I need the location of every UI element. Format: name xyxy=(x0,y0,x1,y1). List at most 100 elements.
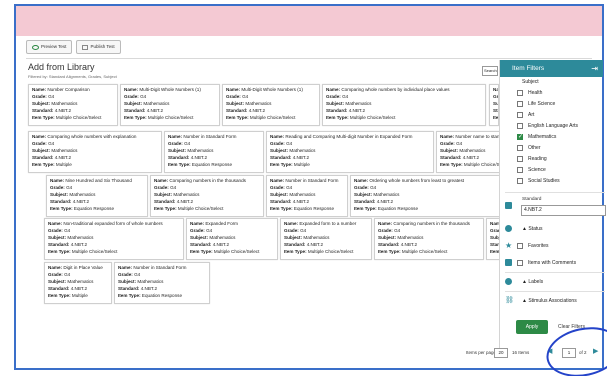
status-toggle[interactable]: ▲ Status xyxy=(522,226,543,232)
publish-test-button[interactable]: Publish Test xyxy=(76,40,121,54)
subject-checkbox[interactable] xyxy=(517,167,523,173)
card-standard-label: Standard: xyxy=(270,198,293,204)
card-item-type-value: Multiple Choice/Select xyxy=(55,114,102,120)
subject-checkbox[interactable] xyxy=(517,156,523,162)
subject-option[interactable]: Art xyxy=(517,112,534,118)
labels-toggle[interactable]: ▲ Labels xyxy=(522,279,543,285)
card-item-type-label: Item Type: xyxy=(118,292,142,298)
card-subject: Subject: Mathematics xyxy=(118,279,206,286)
item-card[interactable]: Name: Multi-Digit Whole Numbers (1) Grade… xyxy=(120,84,220,126)
subject-option-label: Other xyxy=(528,145,541,151)
subject-option[interactable]: Other xyxy=(517,145,541,151)
subject-checkbox[interactable] xyxy=(517,123,523,129)
item-card[interactable]: Name: Comparing numbers in the thousands… xyxy=(150,175,264,217)
card-subject: Subject: Mathematics xyxy=(124,101,216,108)
card-grade-value: G4 xyxy=(242,93,249,99)
item-card[interactable]: Name: Digit in Place Value Grade: G4 Subje… xyxy=(44,262,112,304)
card-item-type: Item Type: Equation Response xyxy=(118,293,206,300)
card-name-label: Name: xyxy=(440,134,456,139)
labels-label: Labels xyxy=(528,279,544,285)
item-card[interactable]: Name: Comparing numbers in the thousands… xyxy=(374,218,484,260)
item-card[interactable]: Name: Expanded form to a number Grade: G4… xyxy=(280,218,372,260)
subject-option-label: Social Studies xyxy=(528,178,560,184)
card-item-type: Item Type: Equation Response xyxy=(354,206,498,213)
card-standard: Standard: 4.NBT.2 xyxy=(50,199,144,206)
favorites-filter[interactable]: Favorites xyxy=(517,243,549,249)
card-subject: Subject: Mathematics xyxy=(226,101,316,108)
item-card[interactable]: Name: Non-traditional expanded form of w… xyxy=(44,218,184,260)
publish-test-label: Publish Test xyxy=(90,44,115,49)
items-per-page-select[interactable]: 20 xyxy=(494,348,508,358)
preview-test-button[interactable]: Preview Test xyxy=(26,40,73,54)
card-grade-label: Grade: xyxy=(50,184,67,190)
card-item-type-label: Item Type: xyxy=(190,248,214,254)
card-grade: Grade: G4 xyxy=(124,94,216,101)
card-subject-value: Mathematics xyxy=(459,147,486,153)
card-name-label: Name: xyxy=(354,178,370,183)
item-card[interactable]: Name: Number in Standard Form Grade: G4 Su… xyxy=(164,131,264,173)
comment-icon xyxy=(505,259,512,266)
item-card[interactable]: Name: FGrade: GSubject: SStandard: SItem… xyxy=(489,84,499,126)
card-name: Name: Number in Standard Form xyxy=(270,178,344,185)
card-grade-value: G4 xyxy=(64,271,71,277)
card-item-type-label: Item Type: xyxy=(50,205,74,211)
subject-checkbox[interactable] xyxy=(517,101,523,107)
card-grade-value: G4 xyxy=(286,140,293,146)
comments-filter[interactable]: Items with Comments xyxy=(517,260,576,266)
subject-section-label: Subject xyxy=(522,79,539,85)
item-card[interactable]: Name: Number Comparison Grade: G4 Subject:… xyxy=(28,84,118,126)
item-card[interactable]: Name: Reading and Comparing Multi-digit … xyxy=(266,131,434,173)
search-input[interactable]: Search xyxy=(482,66,498,76)
subject-option-label: Mathematics xyxy=(528,134,557,140)
card-name-value: Number name to standard xyxy=(455,134,501,139)
subject-option[interactable]: Reading xyxy=(517,156,547,162)
item-card[interactable]: Name: Ordering whole numbers from least … xyxy=(350,175,502,217)
subject-option[interactable]: Health xyxy=(517,90,542,96)
standard-input[interactable]: 4.NBT.2 xyxy=(521,205,606,216)
subject-option[interactable]: Life Science xyxy=(517,101,555,107)
toolbar-divider xyxy=(26,58,592,59)
subject-option[interactable]: Social Studies xyxy=(517,178,560,184)
subject-option[interactable]: Mathematics xyxy=(517,133,557,140)
link-icon: ⛓ xyxy=(505,297,514,304)
card-subject-label: Subject: xyxy=(50,191,70,197)
item-card[interactable]: Name: Nine Hundred and Six Thousand Grade… xyxy=(46,175,148,217)
stimulus-toggle[interactable]: ▲ Stimulus Associations xyxy=(522,298,577,304)
card-item-type: Item Type: Multiple Choice/Select xyxy=(284,249,368,256)
card-subject-label: Subject: xyxy=(32,147,52,153)
item-card[interactable]: Name: Number in Standard Form Grade: G4 Su… xyxy=(114,262,210,304)
subject-checkbox[interactable] xyxy=(517,90,523,96)
subject-option[interactable]: Science xyxy=(517,167,546,173)
card-grade-label: Grade: xyxy=(168,140,185,146)
card-grade: Grade: G4 xyxy=(118,272,206,279)
subject-option[interactable]: English Language Arts xyxy=(517,123,578,129)
subject-checkbox[interactable] xyxy=(517,112,523,118)
subject-checkbox[interactable] xyxy=(517,178,523,184)
item-card[interactable]: Name: Number name to standardGrade: G4Su… xyxy=(436,131,502,173)
card-grade-value: G4 xyxy=(342,93,349,99)
card-name: Name: Reading and Comparing Multi-digit … xyxy=(270,134,430,141)
card-subject-label: Subject: xyxy=(48,278,68,284)
preview-test-label: Preview Test xyxy=(41,44,67,49)
card-subject-label: Subject: xyxy=(48,234,68,240)
card-standard: Standard: 4.NBT.2 xyxy=(378,242,480,249)
comments-checkbox[interactable] xyxy=(517,260,523,266)
item-card[interactable]: Name: Comparing whole numbers by individ… xyxy=(322,84,486,126)
card-name-value: Comparing whole numbers with explanation xyxy=(47,134,137,139)
item-card[interactable]: Name: Expanded Form Grade: G4 Subject: Mat… xyxy=(186,218,278,260)
card-subject-label: Subject: xyxy=(270,191,290,197)
item-card[interactable]: Name: Multi-Digit Whole Numbers (1) Grade… xyxy=(222,84,320,126)
card-grade-value: G4 xyxy=(300,227,307,233)
card-subject: Subject: Mathematics xyxy=(168,148,260,155)
card-name-label: Name: xyxy=(154,178,170,183)
favorites-checkbox[interactable] xyxy=(517,243,523,249)
card-name: Name: Number in Standard Form xyxy=(118,265,206,272)
subject-checkbox[interactable] xyxy=(517,133,523,140)
collapse-panel-icon[interactable]: ⇥ xyxy=(591,60,598,77)
card-grade: Grade: G4 xyxy=(32,94,114,101)
apply-button[interactable]: Apply xyxy=(516,320,548,334)
card-name-label: Name: xyxy=(270,134,286,139)
subject-checkbox[interactable] xyxy=(517,145,523,151)
item-card[interactable]: Name: Number in Standard Form Grade: G4 Su… xyxy=(266,175,348,217)
item-card[interactable]: Name: Comparing whole numbers with expla… xyxy=(28,131,162,173)
